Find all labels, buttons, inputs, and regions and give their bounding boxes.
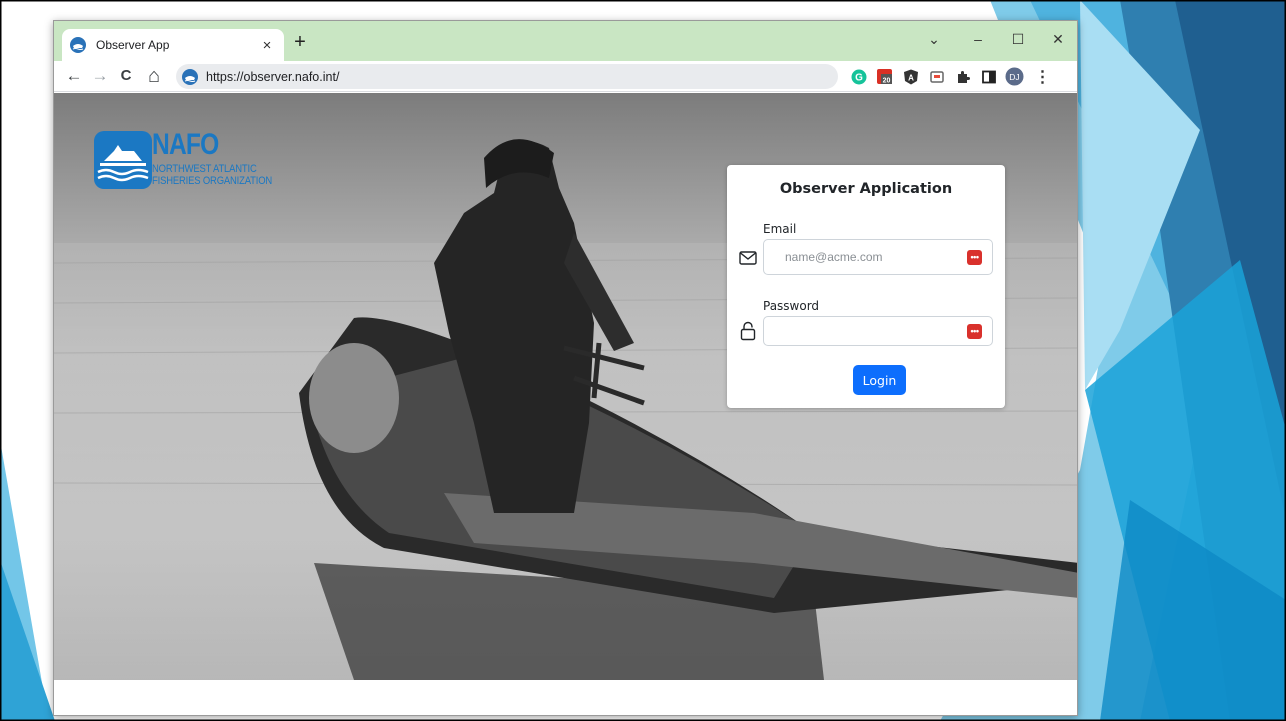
tab-search-icon[interactable]: ⌄ bbox=[912, 25, 956, 53]
password-manager-glyph: ••• bbox=[970, 326, 979, 336]
profile-initials: DJ bbox=[1009, 72, 1019, 82]
password-manager-icon[interactable]: ••• bbox=[967, 324, 982, 339]
calendar-icon[interactable]: 20 bbox=[876, 68, 893, 85]
profile-avatar[interactable]: DJ bbox=[1005, 67, 1024, 86]
password-label: Password bbox=[763, 299, 820, 313]
login-button[interactable]: Login bbox=[853, 365, 906, 395]
email-input[interactable] bbox=[765, 241, 955, 273]
tab-close-icon[interactable]: × bbox=[258, 37, 276, 54]
new-tab-button[interactable]: + bbox=[288, 31, 312, 55]
reload-icon[interactable]: C bbox=[114, 64, 138, 88]
back-icon[interactable]: ← bbox=[62, 64, 86, 88]
logo-line-2: FISHERIES ORGANIZATION bbox=[152, 175, 273, 187]
email-field[interactable]: ••• bbox=[763, 239, 993, 275]
svg-text:A: A bbox=[908, 73, 914, 82]
password-field[interactable]: ••• bbox=[763, 316, 993, 346]
nafo-emblem-icon bbox=[94, 131, 152, 189]
forward-icon[interactable]: → bbox=[88, 64, 112, 88]
site-favicon-icon bbox=[182, 68, 198, 85]
password-manager-glyph: ••• bbox=[970, 252, 979, 262]
email-label: Email bbox=[763, 222, 797, 236]
angular-icon[interactable]: A bbox=[902, 68, 919, 85]
puzzle-icon[interactable] bbox=[954, 68, 971, 85]
svg-text:G: G bbox=[855, 72, 863, 83]
url-text: https://observer.nafo.int/ bbox=[206, 69, 340, 84]
home-icon[interactable]: ⌂ bbox=[142, 64, 166, 88]
page-content: NAFO NORTHWEST ATLANTIC FISHERIES ORGANI… bbox=[54, 93, 1077, 680]
logo-wordmark: NAFO bbox=[152, 128, 219, 161]
login-title: Observer Application bbox=[779, 181, 953, 197]
browser-toolbar: ← → C ⌂ https://observer.nafo.int/ G 20 … bbox=[54, 61, 1077, 92]
presentation-slide: Observer App × + ⌄ – ☐ ✕ ← → C ⌂ https:/… bbox=[0, 0, 1286, 721]
close-window-button[interactable]: ✕ bbox=[1036, 25, 1077, 53]
tab-strip: Observer App × + ⌄ – ☐ ✕ bbox=[54, 21, 1077, 61]
minimize-button[interactable]: – bbox=[956, 25, 1000, 53]
calendar-badge: 20 bbox=[883, 78, 891, 85]
sidepanel-icon[interactable] bbox=[980, 68, 997, 85]
password-manager-icon[interactable]: ••• bbox=[967, 250, 982, 265]
envelope-icon bbox=[737, 247, 759, 269]
login-card: Observer Application Email ••• Password … bbox=[727, 165, 1005, 408]
password-input[interactable] bbox=[765, 318, 955, 344]
browser-window: Observer App × + ⌄ – ☐ ✕ ← → C ⌂ https:/… bbox=[53, 20, 1078, 716]
menu-icon[interactable]: ⋮ bbox=[1034, 68, 1051, 86]
lock-icon bbox=[737, 320, 759, 342]
maximize-button[interactable]: ☐ bbox=[996, 25, 1040, 53]
nafo-logo: NAFO NORTHWEST ATLANTIC FISHERIES ORGANI… bbox=[94, 129, 284, 191]
page-footer bbox=[54, 680, 1077, 715]
tab-title: Observer App bbox=[96, 38, 170, 52]
address-bar[interactable]: https://observer.nafo.int/ bbox=[176, 64, 838, 89]
browser-tab[interactable]: Observer App × bbox=[62, 29, 284, 61]
extension-icon[interactable] bbox=[928, 68, 945, 85]
logo-line-1: NORTHWEST ATLANTIC bbox=[152, 163, 257, 175]
nafo-favicon-icon bbox=[70, 37, 86, 53]
grammarly-icon[interactable]: G bbox=[850, 68, 867, 85]
